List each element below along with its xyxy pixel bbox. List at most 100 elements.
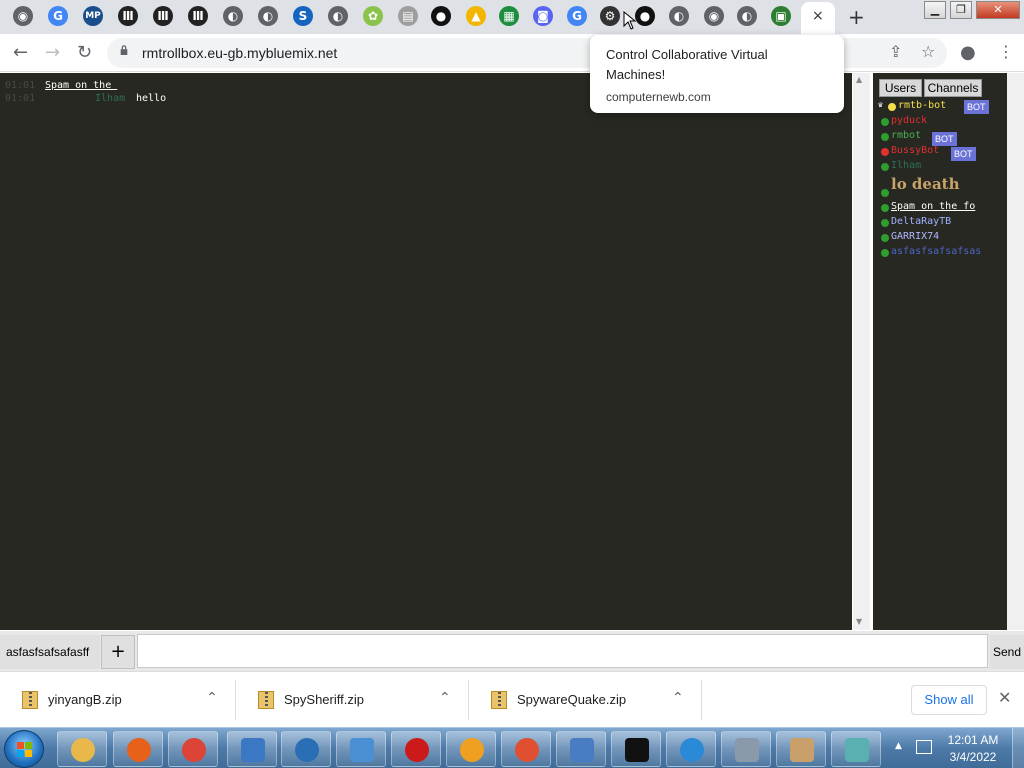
user-panel-scrollbar[interactable] (1007, 73, 1024, 630)
network-tray-icon[interactable] (916, 740, 932, 754)
archive-icon[interactable]: Ⅲ (188, 6, 208, 26)
chat-log: 01:01 Spam on the 01:01 Ilham hello (0, 73, 852, 630)
game-icon[interactable]: ⚙ (600, 6, 620, 26)
back-arrow-icon[interactable]: ← (13, 42, 28, 63)
download-item[interactable]: yinyangB.zip ⌃ (0, 680, 236, 720)
taskbar-app[interactable] (721, 731, 771, 767)
close-window-button[interactable]: ✕ (976, 1, 1020, 19)
taskbar-app[interactable] (556, 731, 606, 767)
start-button[interactable] (4, 730, 44, 768)
chat-scrollbar[interactable]: ▲ ▼ (853, 73, 870, 630)
taskbar-app[interactable] (831, 731, 881, 767)
nature-icon[interactable]: ✿ (363, 6, 383, 26)
taskbar-app[interactable] (227, 731, 277, 767)
user-list-item[interactable]: Spam on the fo (881, 201, 1005, 215)
tray-expand-icon[interactable]: ▲ (895, 741, 902, 751)
profile-avatar-icon[interactable]: ● (960, 42, 976, 63)
github-icon[interactable]: ● (431, 6, 451, 26)
forward-arrow-icon[interactable]: → (45, 42, 60, 63)
document-icon[interactable]: ▤ (398, 6, 418, 26)
user-list-item[interactable]: Ilham (881, 160, 1005, 174)
downloads-bar: yinyangB.zip ⌃ SpySheriff.zip ⌃ SpywareQ… (0, 671, 1024, 727)
globe-icon[interactable]: ◐ (258, 6, 278, 26)
taskbar-app[interactable] (666, 731, 716, 767)
warning-icon[interactable]: ▲ (466, 6, 486, 26)
s-logo-icon[interactable]: S (293, 6, 313, 26)
discord-icon[interactable]: ◙ (533, 6, 553, 26)
close-downloads-icon[interactable]: ✕ (998, 688, 1011, 707)
show-desktop-button[interactable] (1012, 728, 1024, 768)
message-nick[interactable]: Spam on the (45, 80, 117, 91)
archive-icon[interactable]: Ⅲ (153, 6, 173, 26)
bot-badge: BOT (932, 132, 957, 146)
send-button[interactable]: Send (990, 635, 1024, 669)
chevron-up-icon[interactable]: ⌃ (206, 690, 218, 706)
scroll-down-icon[interactable]: ▼ (856, 617, 862, 626)
user-list-item[interactable]: pyduck (881, 115, 1005, 129)
user-list-item[interactable]: asfasfsafsafsas (881, 246, 1005, 260)
taskbar-app[interactable] (57, 731, 107, 767)
user-list-item[interactable]: BussyBot BOT (881, 145, 1005, 161)
google-icon[interactable]: G (48, 6, 68, 26)
globe-icon[interactable]: ◐ (737, 6, 757, 26)
channel-name[interactable]: asfasfsafsafasff (0, 635, 100, 669)
download-item[interactable]: SpySheriff.zip ⌃ (236, 680, 469, 720)
taskbar-app[interactable] (776, 731, 826, 767)
user-list-item[interactable]: lo death (881, 175, 1005, 199)
tab-channels[interactable]: Channels (924, 79, 982, 97)
chevron-up-icon[interactable]: ⌃ (439, 690, 451, 706)
user-list-item[interactable]: rmbot BOT (881, 130, 1005, 146)
new-tab-button[interactable]: + (848, 5, 865, 29)
globe-icon[interactable]: ◐ (223, 6, 243, 26)
download-item[interactable]: SpywareQuake.zip ⌃ (469, 680, 702, 720)
user-list-item[interactable]: GARRIX74 (881, 231, 1005, 245)
taskbar-app[interactable] (501, 731, 551, 767)
github-icon[interactable]: ● (635, 6, 655, 26)
tab-users[interactable]: Users (879, 79, 922, 97)
add-channel-button[interactable]: + (101, 635, 135, 669)
taskbar-app[interactable] (391, 731, 441, 767)
show-all-button[interactable]: Show all (911, 685, 987, 715)
network-globe-icon (295, 738, 319, 762)
clock-date[interactable]: 3/4/2022 (938, 750, 1008, 764)
reload-icon[interactable]: ↻ (77, 42, 92, 63)
share-icon[interactable]: ⇪ (889, 42, 902, 61)
tooltip-title: Control Collaborative Virtual Machines! (606, 47, 768, 82)
chrome-icon (182, 738, 206, 762)
pixel-icon[interactable]: ▣ (771, 6, 791, 26)
url-text: rmtrollbox.eu-gb.mybluemix.net (142, 45, 338, 61)
globe-icon[interactable]: ◐ (669, 6, 689, 26)
taskbar-app[interactable] (336, 731, 386, 767)
minimize-button[interactable]: ▁ (924, 1, 946, 19)
maximize-button[interactable]: ❐ (950, 1, 972, 19)
remote-desktop-icon (241, 738, 265, 762)
scroll-up-icon[interactable]: ▲ (856, 75, 862, 84)
archive-icon[interactable]: Ⅲ (118, 6, 138, 26)
spreadsheet-icon[interactable]: ▦ (499, 6, 519, 26)
taskbar-app[interactable] (281, 731, 331, 767)
download-filename: SpySheriff.zip (284, 692, 364, 707)
taskbar-app[interactable] (446, 731, 496, 767)
windows-logo-icon (17, 742, 33, 758)
user-list-item[interactable]: DeltaRayTB (881, 216, 1005, 230)
google-icon[interactable]: G (567, 6, 587, 26)
clock-time[interactable]: 12:01 AM (938, 733, 1008, 747)
mp-icon[interactable]: MP (83, 6, 103, 26)
taskbar-app[interactable] (113, 731, 163, 767)
status-dot (881, 133, 889, 141)
mouse-cursor-icon (623, 11, 637, 30)
menu-kebab-icon[interactable]: ⋮ (998, 42, 1014, 61)
message-nick[interactable]: Ilham (95, 93, 125, 104)
chrome-icon[interactable]: ◉ (704, 6, 724, 26)
taskbar-app[interactable] (168, 731, 218, 767)
bot-badge: BOT (964, 100, 989, 114)
message-input[interactable] (137, 634, 988, 668)
bookmark-star-icon[interactable]: ☆ (921, 42, 935, 61)
taskbar-app[interactable] (611, 731, 661, 767)
globe-icon[interactable]: ◐ (328, 6, 348, 26)
chevron-up-icon[interactable]: ⌃ (672, 690, 684, 706)
user-list-item[interactable]: ♛ rmtb-bot BOT (878, 100, 1005, 114)
chrome-icon[interactable]: ◉ (13, 6, 33, 26)
close-tab-icon[interactable]: × (812, 8, 824, 24)
message-time: 01:01 (5, 93, 36, 104)
